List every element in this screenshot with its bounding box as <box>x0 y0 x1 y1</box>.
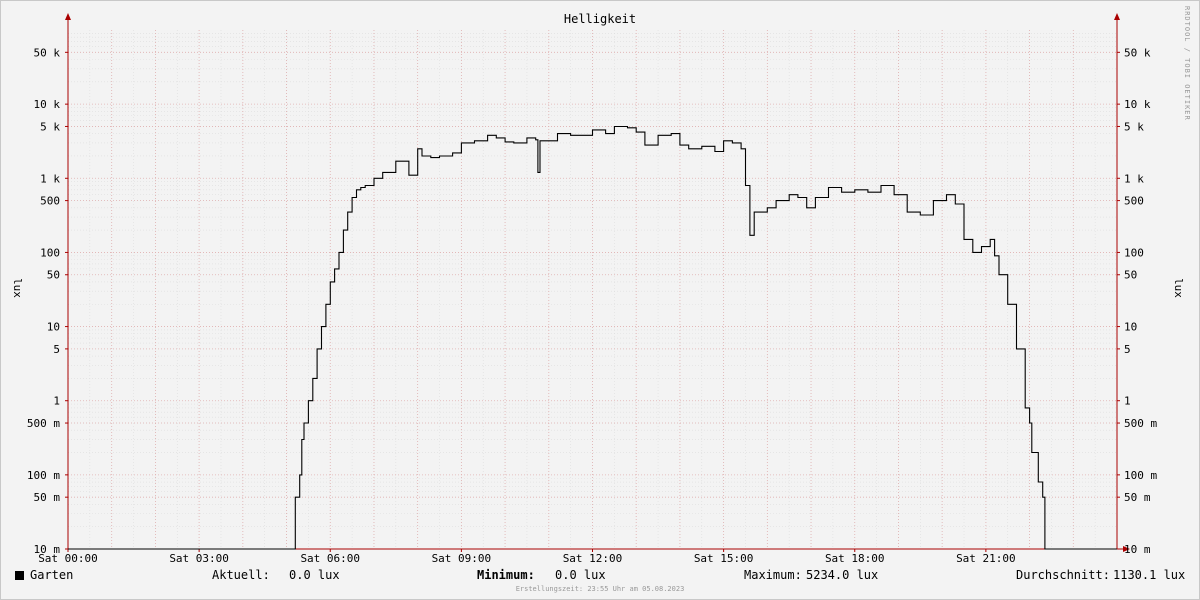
y-axis-arrow-left <box>65 13 71 20</box>
current-label: Aktuell: <box>212 568 270 582</box>
y-tick-label-left: 500 <box>40 195 60 208</box>
max-value: 5234.0 lux <box>806 568 879 582</box>
y-axis-arrow-right <box>1114 13 1120 20</box>
max-label: Maximum: <box>744 568 802 582</box>
x-tick-label: Sat 06:00 <box>300 552 360 565</box>
legend: Garten Aktuell: 0.0 lux Minimum: 0.0 lux… <box>0 566 1200 586</box>
x-tick-label: Sat 18:00 <box>825 552 885 565</box>
x-tick-label: Sat 21:00 <box>956 552 1016 565</box>
y-tick-label-left: 50 m <box>34 491 61 504</box>
y-tick-label-right: 1 <box>1124 395 1131 408</box>
y-tick-label-right: 10 k <box>1124 98 1151 111</box>
min-label: Minimum: <box>477 568 535 582</box>
current-value: 0.0 lux <box>289 568 340 582</box>
x-tick-label: Sat 15:00 <box>694 552 754 565</box>
tick-labels: 10 m 10 m50 m 50 m100 m 100 m500 m 500 m1 15 5… <box>27 46 1158 565</box>
y-tick-label-right: 500 <box>1124 195 1144 208</box>
x-tick-label: Sat 03:00 <box>169 552 229 565</box>
y-tick-label-left: 50 <box>47 269 60 282</box>
y-tick-label-left: 5 k <box>40 120 60 133</box>
y-tick-label-right: 5 k <box>1124 120 1144 133</box>
avg-label: Durchschnitt: <box>1016 568 1110 582</box>
min-value: 0.0 lux <box>555 568 606 582</box>
x-tick-label: Sat 00:00 <box>38 552 98 565</box>
series-swatch <box>15 571 24 580</box>
y-tick-label-left: 5 <box>53 343 60 356</box>
x-tick-label: Sat 09:00 <box>432 552 492 565</box>
y-tick-label-right: 500 m <box>1124 417 1157 430</box>
y-tick-label-left: 100 m <box>27 469 60 482</box>
y-tick-label-left: 500 m <box>27 417 60 430</box>
brightness-chart: Helligkeit lux lux 10 m 10 m50 m 50 m100 m… <box>11 12 1185 565</box>
grid <box>68 30 1117 550</box>
y-tick-label-left: 100 <box>40 246 60 259</box>
creation-timestamp: Erstellungszeit: 23:55 Uhr am 05.08.2023 <box>515 585 685 593</box>
y-tick-label-right: 10 <box>1124 321 1137 334</box>
y-tick-label-right: 10 m <box>1124 543 1151 556</box>
y-tick-label-left: 1 <box>53 395 60 408</box>
axes <box>65 13 1130 552</box>
y-tick-label-right: 100 m <box>1124 469 1157 482</box>
y-axis-label-right: lux <box>1172 278 1185 298</box>
chart-title: Helligkeit <box>564 12 636 26</box>
y-tick-label-right: 50 k <box>1124 46 1151 59</box>
y-tick-label-right: 100 <box>1124 246 1144 259</box>
y-tick-label-left: 1 k <box>40 172 60 185</box>
legend-series-name: Garten <box>30 568 74 582</box>
y-tick-label-right: 5 <box>1124 343 1131 356</box>
y-axis-label-left: lux <box>11 278 24 298</box>
x-tick-label: Sat 12:00 <box>563 552 623 565</box>
rrdtool-watermark: RRDTOOL / TOBI OETIKER <box>1183 6 1191 121</box>
y-tick-label-left: 10 <box>47 321 60 334</box>
y-tick-label-left: 10 k <box>34 98 61 111</box>
y-tick-label-left: 50 k <box>34 46 61 59</box>
y-tick-label-right: 1 k <box>1124 172 1144 185</box>
y-tick-label-right: 50 <box>1124 269 1137 282</box>
avg-value: 1130.1 lux <box>1113 568 1186 582</box>
y-tick-label-right: 50 m <box>1124 491 1151 504</box>
